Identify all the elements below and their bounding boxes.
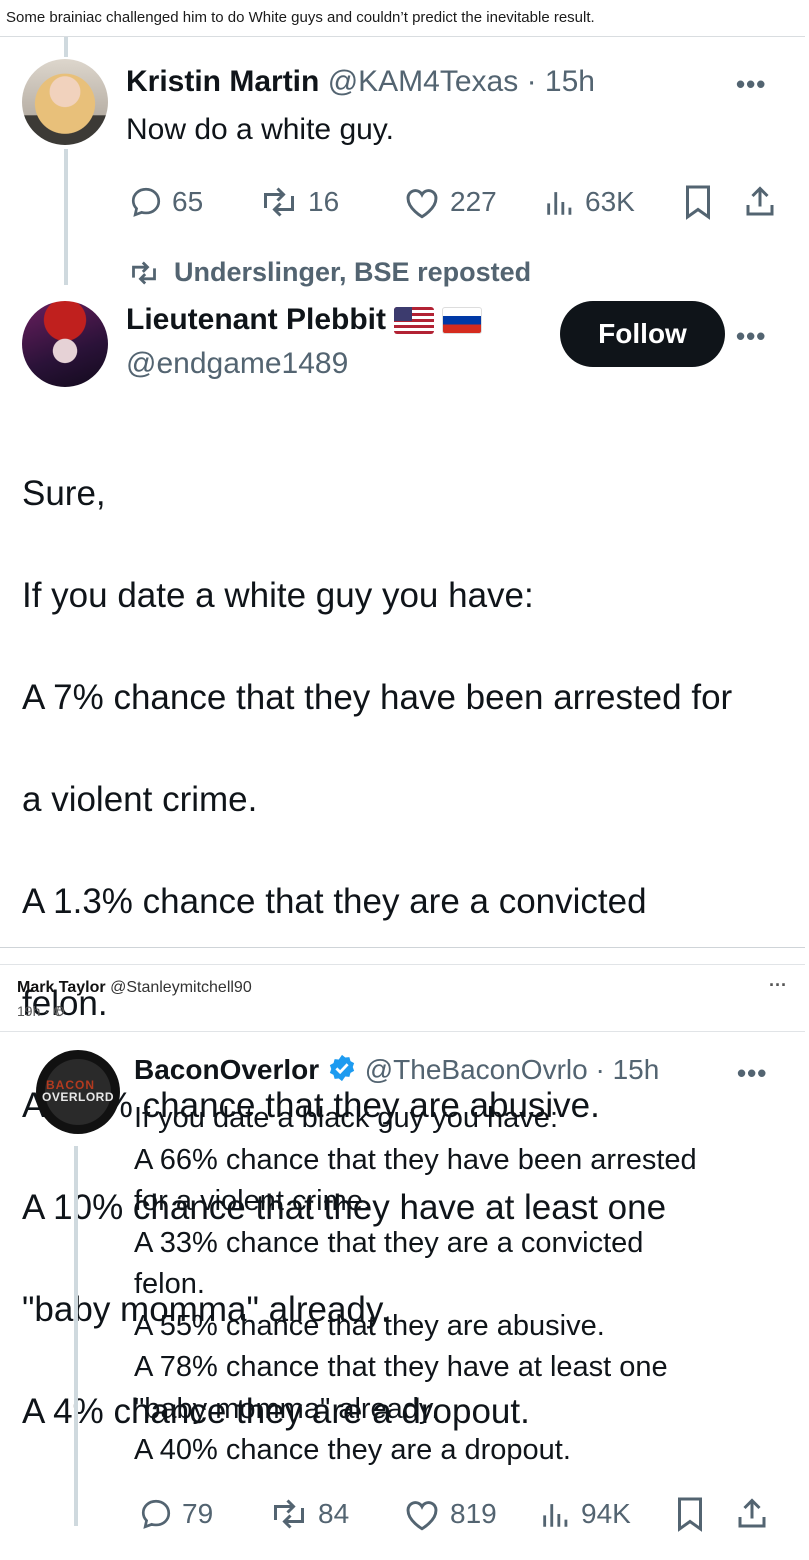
tweet1-text: Now do a white guy. — [126, 113, 394, 146]
bookmark-button[interactable] — [676, 1496, 704, 1532]
tweet3-author[interactable]: BaconOverlor — [134, 1054, 319, 1085]
repost-icon — [264, 187, 294, 217]
share-button[interactable] — [734, 1496, 770, 1532]
tweet3-line: "baby momma" already. — [134, 1392, 440, 1425]
reply-count: 65 — [172, 186, 204, 217]
tweet2-line: A 1.3% chance that they are a convicted — [22, 882, 647, 921]
tweet1-actions: 65 16 227 63K — [0, 182, 805, 222]
tweet2-line: a violent crime. — [22, 780, 258, 819]
tweet3-line: A 66% chance that they have been arreste… — [134, 1143, 697, 1176]
reply-button[interactable]: 79 — [138, 1496, 213, 1532]
share-button[interactable] — [742, 184, 778, 220]
repost-banner[interactable]: Underslinger, BSE reposted — [126, 257, 531, 288]
share-icon — [746, 186, 774, 216]
reply-icon — [141, 1499, 171, 1529]
tweet3-time[interactable]: · 15h — [595, 1054, 659, 1085]
comment-more-icon[interactable]: ··· — [769, 975, 787, 996]
comment-time: 19h · — [17, 1003, 49, 1019]
comment-time-row: 19h · — [17, 1003, 65, 1019]
tweet2-author[interactable]: Lieutenant Plebbit — [126, 303, 386, 337]
share-icon — [738, 1498, 766, 1528]
tweet2-line: A 7% chance that they have been arrested… — [22, 678, 733, 717]
tweet1-header: Kristin Martin @KAM4Texas · 15h — [126, 65, 595, 99]
tweet3-line: A 78% chance that they have at least one — [134, 1351, 668, 1383]
tweet3-line: felon. — [134, 1268, 205, 1300]
verified-badge-icon — [329, 1054, 355, 1082]
avatar-lieutenant-plebbit[interactable] — [22, 301, 108, 387]
tweet3-handle[interactable]: @TheBaconOvrlo — [365, 1054, 588, 1085]
heart-icon — [406, 1501, 438, 1531]
tweet1-handle[interactable]: @KAM4Texas — [328, 65, 519, 98]
tweet-screenshot-card: Kristin Martin @KAM4Texas · 15h ••• Now … — [0, 36, 805, 1431]
us-flag-icon — [394, 306, 435, 334]
heart-icon — [406, 189, 438, 219]
thread-line-top — [64, 37, 68, 57]
tweet1-more-icon[interactable]: ••• — [736, 69, 766, 100]
like-count: 227 — [450, 186, 497, 217]
avatar-kristin-martin[interactable] — [22, 59, 108, 145]
views-icon — [547, 192, 572, 215]
avatar-bacon-overlord[interactable]: BACON OVERLORD — [36, 1050, 120, 1134]
repost-button[interactable]: 16 — [258, 184, 339, 220]
bookmark-button[interactable] — [684, 184, 712, 220]
tweet3-line: A 55% chance that they are abusive. — [134, 1309, 605, 1342]
reply-button[interactable]: 65 — [128, 184, 203, 220]
bookmark-icon — [686, 185, 710, 220]
tweet2-handle[interactable]: @endgame1489 — [126, 347, 348, 381]
tweet3-text: If you date a black guy you have: A 66% … — [134, 1098, 697, 1472]
like-button[interactable]: 227 — [402, 184, 497, 220]
repost-button[interactable]: 84 — [268, 1496, 349, 1532]
tweet3-line: for a violent crime. — [134, 1185, 371, 1217]
tweet3-header: BaconOverlor @TheBaconOvrlo · 15h — [134, 1053, 659, 1086]
repost-banner-text: Underslinger, BSE reposted — [174, 257, 532, 287]
tweet2-author-row: Lieutenant Plebbit — [126, 303, 483, 337]
tweet3-more-icon[interactable]: ••• — [737, 1058, 767, 1089]
thread-line — [74, 1146, 78, 1526]
tweet3-line: A 40% chance they are a dropout. — [134, 1434, 571, 1466]
reply-icon — [131, 187, 161, 217]
like-count: 819 — [450, 1498, 497, 1529]
tweet3-line: A 33% chance that they are a convicted — [134, 1226, 644, 1259]
tweet1-author[interactable]: Kristin Martin — [126, 65, 319, 98]
tweet3-line: If you date a black guy you have: — [134, 1102, 558, 1134]
tweet2-line: If you date a white guy you have: — [22, 576, 534, 615]
tweet2-more-icon[interactable]: ••• — [736, 321, 766, 352]
like-button[interactable]: 819 — [402, 1496, 497, 1532]
avatar-logo-bottom: OVERLORD — [42, 1090, 115, 1104]
comment-author-row: Mark Taylor @Stanleymitchell90 — [17, 979, 252, 997]
russia-flag-icon — [442, 306, 483, 334]
view-count: 63K — [585, 186, 635, 217]
globe-icon — [53, 1005, 64, 1017]
views-button[interactable]: 63K — [543, 184, 635, 220]
views-button[interactable]: 94K — [539, 1496, 631, 1532]
view-count: 94K — [581, 1498, 631, 1529]
tweet1-time[interactable]: · 15h — [527, 65, 595, 98]
repost-count: 16 — [308, 186, 340, 217]
repost-icon — [132, 261, 156, 284]
comment-handle[interactable]: @Stanleymitchell90 — [110, 979, 252, 996]
repost-icon — [274, 1499, 304, 1529]
views-icon — [543, 1504, 568, 1527]
comment-author[interactable]: Mark Taylor — [17, 979, 106, 996]
follow-button[interactable]: Follow — [560, 301, 725, 367]
tweet2-line: Sure, — [22, 474, 106, 513]
bookmark-icon — [678, 1497, 702, 1532]
tweet3-actions: 79 84 819 94K — [0, 1494, 805, 1534]
repost-count: 84 — [318, 1498, 350, 1529]
reply-count: 79 — [182, 1498, 214, 1529]
comment-header: Mark Taylor @Stanleymitchell90 19h · ··· — [0, 964, 805, 1032]
post-caption: Some brainiac challenged him to do White… — [6, 9, 595, 26]
